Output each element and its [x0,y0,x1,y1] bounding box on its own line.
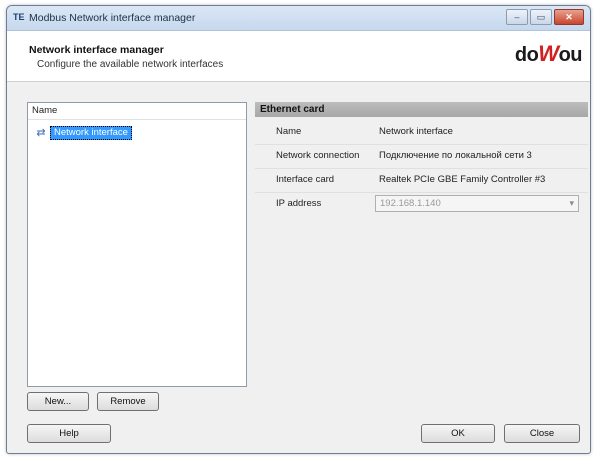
logo-part-left: do [514,44,539,66]
window-controls: – ▭ ✕ [504,9,584,25]
dialog-header: Network interface manager Configure the … [7,31,590,82]
dialog-title: Network interface manager [29,44,164,56]
property-value[interactable]: Подключение по локальной сети 3 [379,150,532,161]
ip-address-select[interactable]: 192.168.1.140 ▾ [375,195,579,212]
property-panel-header: Ethernet card [255,102,588,117]
logo-part-right: ou [558,44,583,66]
property-row-name: Name Network interface [255,122,588,145]
title-bar[interactable]: TE Modbus Network interface manager – ▭ … [7,6,590,31]
brand-logo: doWou [514,41,583,67]
property-value[interactable]: Network interface [379,126,453,137]
remove-button[interactable]: Remove [97,392,159,411]
window-title: Modbus Network interface manager [29,12,196,24]
property-row-interface-card: Interface card Realtek PCIe GBE Family C… [255,170,588,193]
property-label: Interface card [276,174,335,185]
ok-button-label: OK [451,428,465,439]
ok-button[interactable]: OK [421,424,495,443]
close-button[interactable]: Close [504,424,580,443]
app-icon: TE [13,12,25,22]
network-icon: ⇄ [36,127,46,139]
close-window-button[interactable]: ✕ [554,9,584,25]
list-item-label: Network interface [50,126,132,140]
dialog-subtitle: Configure the available network interfac… [37,59,224,70]
property-label: Network connection [276,150,360,161]
property-row-ip: IP address 192.168.1.140 ▾ [255,194,588,216]
property-label: Name [276,126,302,137]
maximize-button[interactable]: ▭ [530,9,552,25]
chevron-down-icon: ▾ [569,198,574,208]
list-column-header: Name [28,103,246,120]
remove-button-label: Remove [110,396,146,407]
minimize-button[interactable]: – [506,9,528,25]
new-button-label: New... [44,396,72,407]
help-button-label: Help [59,428,79,439]
property-value[interactable]: Realtek PCIe GBE Family Controller #3 [379,174,545,185]
logo-part-mid: W [538,41,559,66]
list-item[interactable]: ⇄ Network interface [34,126,132,140]
help-button[interactable]: Help [27,424,111,443]
new-button[interactable]: New... [27,392,89,411]
property-row-connection: Network connection Подключение по локаль… [255,146,588,169]
interface-list[interactable]: Name ⇄ Network interface [27,102,247,387]
close-button-label: Close [529,428,555,439]
ip-address-value: 192.168.1.140 [380,198,441,209]
main-window: TE Modbus Network interface manager – ▭ … [6,5,591,454]
property-label: IP address [276,198,322,209]
property-panel: Ethernet card Name Network interface Net… [255,102,588,212]
